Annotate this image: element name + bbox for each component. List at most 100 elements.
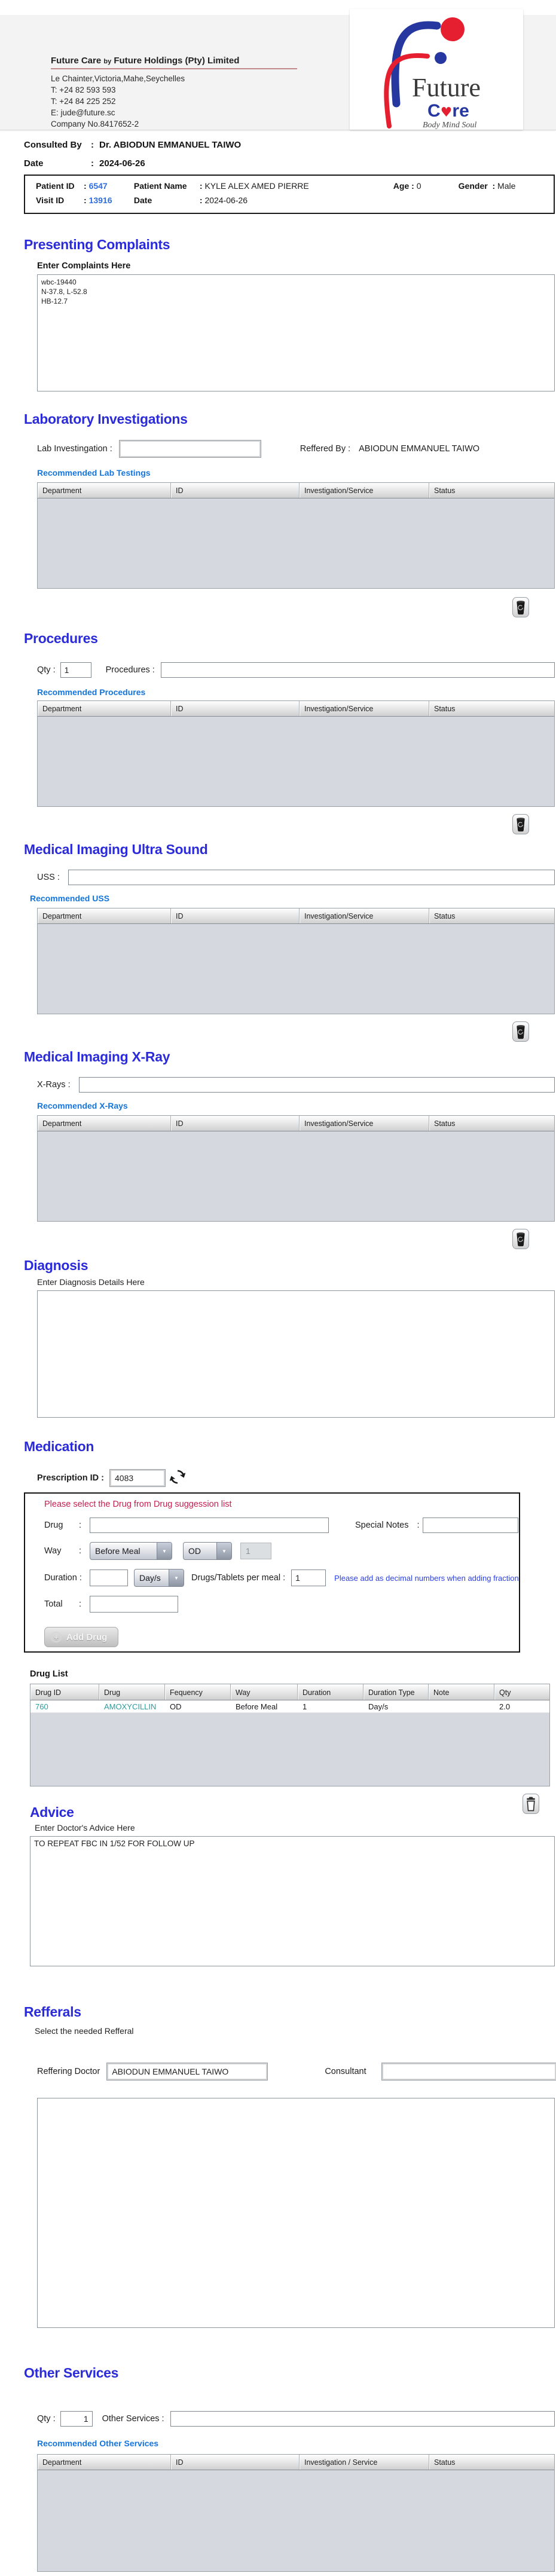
section-heading-other-services: Other Services: [24, 2365, 119, 2381]
frequency-select[interactable]: OD ▼: [183, 1542, 232, 1560]
consulted-by-row: Consulted By: Dr. ABIODUN EMMANUEL TAIWO: [24, 140, 556, 150]
company-title-main: Future Care: [51, 56, 104, 66]
company-phone-2: T: +24 84 225 252: [51, 97, 116, 106]
way-select[interactable]: Before Meal ▼: [90, 1542, 172, 1560]
uss-row: USS :: [37, 870, 556, 885]
other-qty-input[interactable]: [60, 2411, 93, 2427]
clear-xrays-button[interactable]: [512, 1229, 529, 1249]
column-header-duration-type: Duration Type: [363, 1684, 429, 1700]
procedures-qty-label: Qty :: [37, 665, 56, 675]
cell-drug: AMOXYCILLIN: [104, 1702, 157, 1711]
section-heading-diagnosis: Diagnosis: [24, 1258, 88, 1273]
company-title: Future Care by Future Holdings (Pty) Lim…: [51, 56, 297, 69]
column-header-drug-id: Drug ID: [30, 1684, 99, 1700]
column-header-investigation-service: Investigation/Service: [300, 1116, 429, 1131]
clear-lab-testings-button[interactable]: [512, 597, 529, 617]
other-qty-label: Qty :: [37, 2414, 56, 2424]
procedures-qty-input[interactable]: [60, 662, 91, 678]
colon: :: [417, 1520, 420, 1530]
complaints-textarea[interactable]: wbc-19440 N-37.8, L-52.8 HB-12.7: [37, 274, 555, 391]
company-phone-1: T: +24 82 593 593: [51, 85, 116, 94]
procedures-input[interactable]: [160, 662, 555, 678]
refferal-list-box[interactable]: [37, 2098, 555, 2328]
drug-input[interactable]: [90, 1518, 329, 1533]
table-header-row: Department ID Investigation/Service Stat…: [38, 701, 554, 717]
other-services-table: Department ID Investigation / Service St…: [37, 2454, 555, 2572]
procedures-label: Procedures :: [105, 665, 155, 675]
duration-input[interactable]: [90, 1570, 128, 1586]
procedures-table: Department ID Investigation/Service Stat…: [37, 700, 555, 807]
trash-icon: [527, 1797, 535, 1811]
prescription-form-page: Future Care by Future Holdings (Pty) Lim…: [0, 0, 556, 2576]
column-header-department: Department: [38, 701, 171, 716]
column-header-id: ID: [171, 2455, 300, 2470]
colon: :: [84, 195, 87, 205]
total-input[interactable]: [90, 1596, 178, 1613]
consulted-by-label: Consulted By: [24, 140, 82, 150]
company-logo: Future C♥re Body Mind Soul: [350, 9, 523, 130]
cell-note: [429, 1700, 494, 1712]
refferal-doctor-row: Reffering Doctor Consultant: [37, 2063, 556, 2080]
visit-id-label: Visit ID: [36, 195, 65, 205]
way-row: Way: Before Meal ▼ OD ▼: [44, 1542, 519, 1560]
lab-investigation-input[interactable]: [119, 440, 261, 457]
diagnosis-sub-label: Enter Diagnosis Details Here: [37, 1277, 145, 1287]
cell-duration: 1: [303, 1702, 307, 1711]
special-notes-input[interactable]: [423, 1518, 519, 1533]
cell-frequency: OD: [170, 1702, 182, 1711]
reffered-by-label: Reffered By :: [300, 444, 351, 454]
other-services-row: Qty : Other Services :: [37, 2411, 556, 2427]
clear-uss-button[interactable]: [512, 1021, 529, 1042]
clear-drug-list-button[interactable]: [523, 1794, 539, 1814]
per-meal-label: Drugs/Tablets per meal :: [191, 1573, 286, 1583]
consultant-input[interactable]: [381, 2063, 556, 2080]
colon: :: [91, 140, 94, 150]
cell-drug-id: 760: [35, 1702, 48, 1711]
table-body-empty: [38, 1131, 554, 1221]
section-heading-refferals: Refferals: [24, 2004, 81, 2020]
drug-label: Drug: [44, 1520, 63, 1530]
column-header-investigation-service: Investigation/Service: [300, 483, 429, 498]
chevron-down-icon: ▼: [216, 1543, 231, 1559]
visit-date-label: Date: [133, 195, 152, 205]
other-services-label: Other Services :: [102, 2414, 164, 2424]
prescription-id-input[interactable]: [110, 1469, 165, 1486]
refferals-sub-label: Select the needed Refferal: [35, 2026, 134, 2036]
consultant-label: Consultant: [325, 2067, 366, 2076]
consulted-by-value: Dr. ABIODUN EMMANUEL TAIWO: [99, 140, 242, 150]
refresh-icon: [169, 1470, 186, 1484]
reffering-doctor-input[interactable]: [107, 2063, 268, 2080]
colon: :: [79, 1599, 82, 1609]
table-header-row: Department ID Investigation/Service Stat…: [38, 1116, 554, 1131]
add-drug-button[interactable]: + Add Drug: [44, 1627, 119, 1647]
xray-input[interactable]: [78, 1077, 555, 1093]
reffered-by-value: ABIODUN EMMANUEL TAIWO: [359, 444, 480, 454]
complaints-sub-label: Enter Complaints Here: [37, 261, 131, 271]
gender-label: Gender: [458, 181, 488, 191]
duration-unit-value: Day/s: [139, 1573, 161, 1583]
age-value: 0: [416, 181, 421, 191]
total-label: Total: [44, 1599, 63, 1609]
prescription-id-row: Prescription ID :: [37, 1469, 556, 1486]
duration-unit-select[interactable]: Day/s ▼: [134, 1569, 184, 1587]
refresh-prescription-button[interactable]: [169, 1469, 186, 1486]
prescription-id-label: Prescription ID :: [37, 1473, 104, 1483]
trash-icon: [517, 1025, 525, 1039]
company-title-by: by: [103, 58, 112, 65]
diagnosis-textarea[interactable]: [37, 1290, 555, 1418]
advice-textarea[interactable]: TO REPEAT FBC IN 1/52 FOR FOLLOW UP: [30, 1836, 555, 1966]
other-services-input[interactable]: [170, 2411, 555, 2427]
logo-tagline: Body Mind Soul: [423, 121, 476, 130]
table-header-row: Drug ID Drug Fequency Way Duration Durat…: [30, 1684, 549, 1700]
column-header-investigation-service: Investigation / Service: [300, 2455, 429, 2470]
uss-input[interactable]: [68, 870, 555, 885]
per-meal-input[interactable]: [291, 1570, 326, 1586]
uss-table: Department ID Investigation/Service Stat…: [37, 908, 555, 1014]
duration-row: Duration : Day/s ▼ Drugs/Tablets per meal…: [44, 1569, 519, 1587]
add-drug-label: Add Drug: [66, 1632, 108, 1642]
colon: :: [84, 181, 87, 191]
logo-word-care: C♥re: [427, 101, 469, 121]
table-row[interactable]: 760 AMOXYCILLIN OD Before Meal 1 Day/s 2…: [30, 1700, 549, 1713]
advice-sub-label: Enter Doctor's Advice Here: [35, 1823, 135, 1832]
clear-procedures-button[interactable]: [512, 814, 529, 834]
